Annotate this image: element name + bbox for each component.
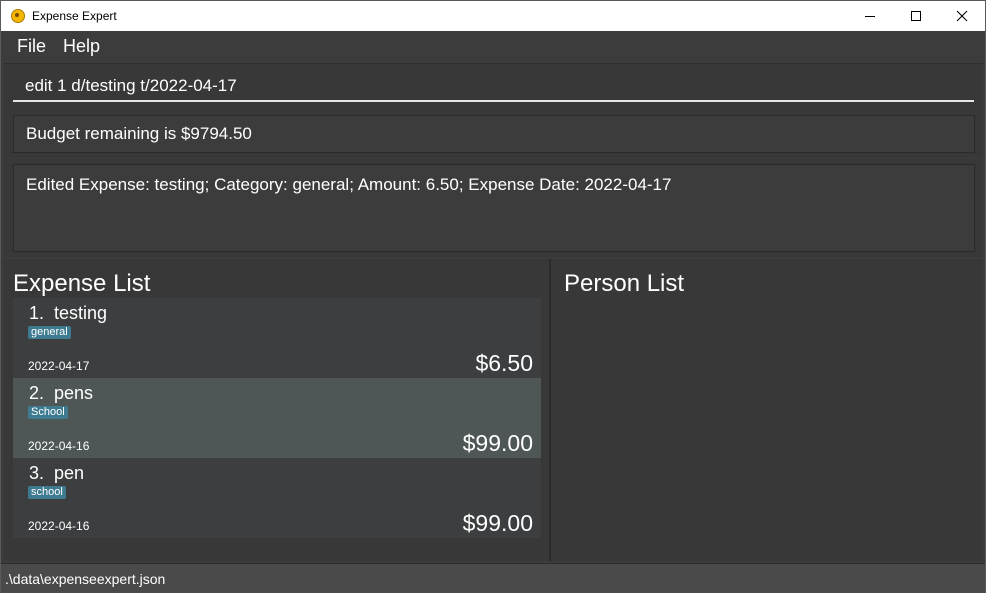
expense-card[interactable]: 3. pen school 2022-04-16 $99.00 — [13, 458, 541, 538]
expense-title: 1. testing — [29, 303, 108, 323]
app-window: Expense Expert File Help Budget remainin… — [0, 0, 986, 593]
person-list-panel: Person List — [553, 259, 983, 561]
window-title: Expense Expert — [32, 9, 117, 23]
expense-date: 2022-04-16 — [28, 439, 90, 453]
budget-pane: Budget remaining is $9794.50 — [3, 110, 983, 158]
command-input[interactable] — [13, 72, 974, 102]
expense-card[interactable]: 1. testing general 2022-04-17 $6.50 — [13, 298, 541, 378]
person-list-title: Person List — [564, 270, 685, 297]
expense-amount: $99.00 — [462, 510, 533, 536]
expense-amount: $99.00 — [462, 430, 533, 456]
status-bar: .\data\expenseexpert.json — [1, 563, 985, 593]
menu-bar: File Help — [1, 31, 985, 62]
title-bar[interactable]: Expense Expert — [1, 1, 985, 31]
lists-area: Expense List 1. testing general 2022-04-… — [3, 259, 983, 561]
expense-date: 2022-04-16 — [28, 519, 90, 533]
close-button[interactable] — [939, 1, 985, 31]
expense-list-title: Expense List — [13, 270, 151, 297]
maximize-icon — [911, 11, 921, 21]
category-tag: general — [28, 326, 71, 339]
expense-card-selected[interactable]: 2. pens School 2022-04-16 $99.00 — [13, 378, 541, 458]
category-tag: school — [28, 486, 66, 499]
minimize-button[interactable] — [847, 1, 893, 31]
minimize-icon — [865, 16, 875, 17]
expense-amount: $6.50 — [475, 350, 533, 376]
coin-icon — [11, 9, 25, 23]
expense-title: 3. pen — [29, 463, 85, 483]
maximize-button[interactable] — [893, 1, 939, 31]
menu-help[interactable]: Help — [55, 31, 108, 62]
expense-list-panel: Expense List 1. testing general 2022-04-… — [3, 259, 551, 561]
category-tag: School — [28, 406, 68, 419]
expense-list[interactable]: 1. testing general 2022-04-17 $6.50 2. p… — [13, 298, 541, 538]
command-box-pane — [3, 63, 983, 110]
menu-file[interactable]: File — [9, 31, 54, 62]
window-controls — [847, 1, 985, 31]
result-display-pane: Edited Expense: testing; Category: gener… — [3, 159, 983, 257]
expense-date: 2022-04-17 — [28, 359, 90, 373]
budget-display: Budget remaining is $9794.50 — [13, 115, 975, 153]
expense-title: 2. pens — [29, 383, 94, 403]
close-icon — [956, 10, 968, 22]
save-file-path: .\data\expenseexpert.json — [5, 571, 166, 587]
result-display[interactable]: Edited Expense: testing; Category: gener… — [13, 164, 975, 252]
